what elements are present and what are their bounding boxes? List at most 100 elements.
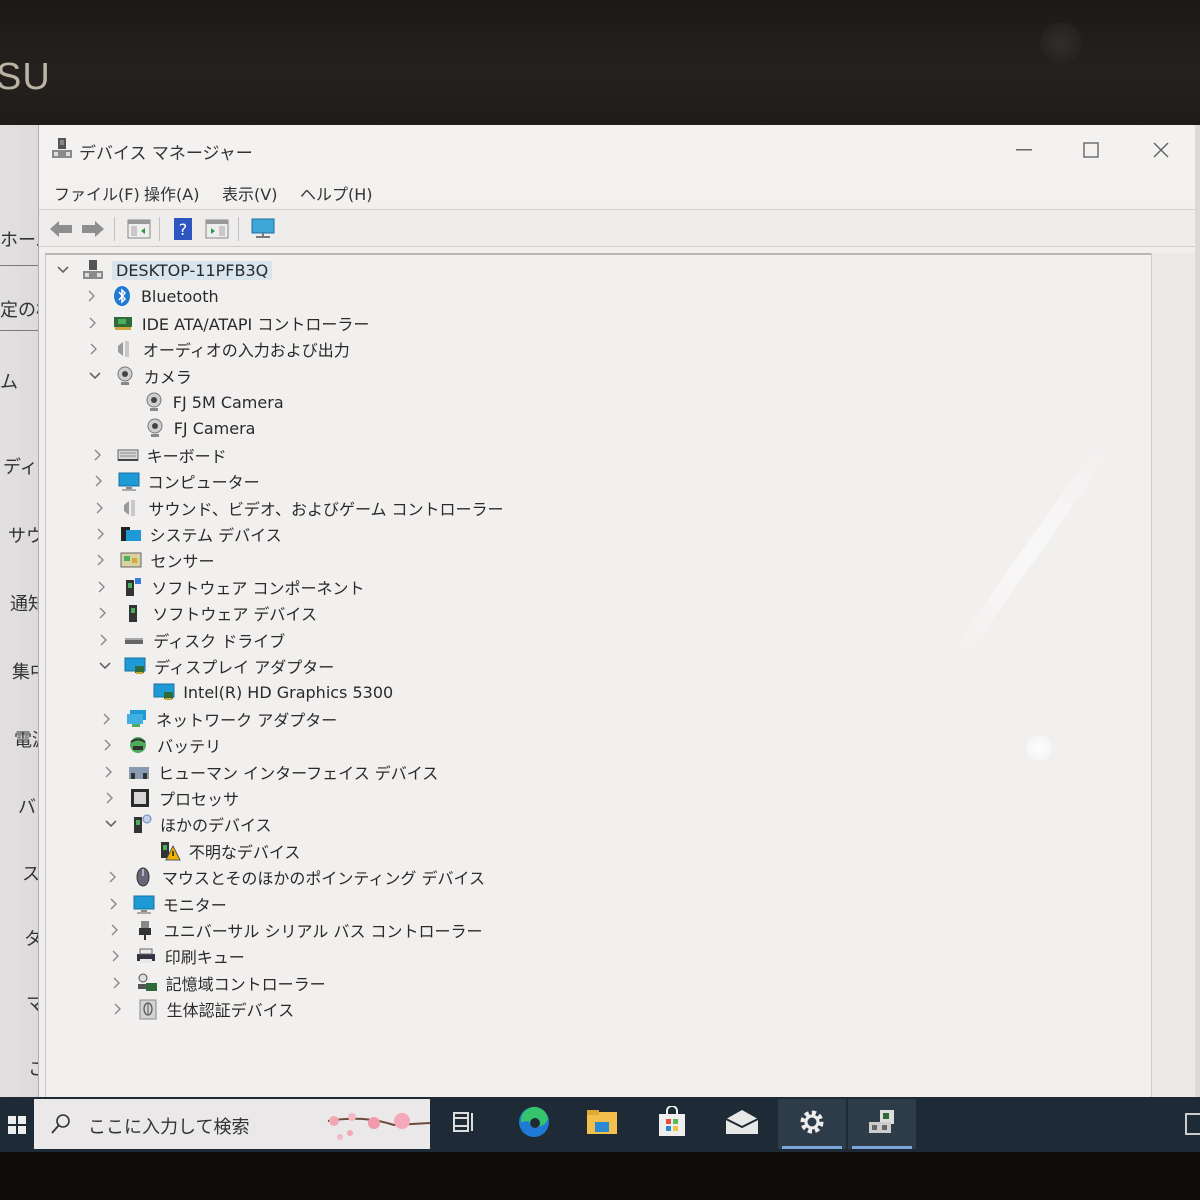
tree-category-item[interactable]: プロセッサ	[103, 785, 239, 811]
tree-category-item[interactable]: ソフトウェア コンポーネント	[95, 574, 364, 600]
tree-item-label: ヒューマン インターフェイス デバイス	[158, 763, 439, 783]
chevron-right-icon[interactable]	[92, 474, 106, 488]
tree-item-label: Intel(R) HD Graphics 5300	[183, 682, 394, 702]
taskbar-app-file-explorer[interactable]	[568, 1099, 636, 1149]
chevron-right-icon[interactable]	[87, 342, 101, 356]
properties-button[interactable]	[203, 215, 231, 243]
chevron-right-icon[interactable]	[96, 606, 110, 620]
minimize-icon	[1016, 149, 1032, 151]
taskbar-app-device-manager[interactable]	[848, 1099, 916, 1149]
chevron-right-icon[interactable]	[102, 765, 116, 779]
chevron-down-icon[interactable]	[98, 659, 112, 673]
chevron-right-icon[interactable]	[86, 316, 100, 330]
chevron-right-icon[interactable]	[101, 738, 115, 752]
taskbar-app-settings[interactable]	[778, 1099, 846, 1149]
usb-icon	[134, 919, 156, 941]
menu-view[interactable]: 表示(V)	[222, 181, 277, 205]
chevron-right-icon[interactable]	[108, 923, 122, 937]
tree-category-item[interactable]: コンピューター	[92, 468, 260, 494]
device-tree[interactable]: DESKTOP-11PFB3Q Bluetooth IDE ATA/ATAPI コン…	[45, 253, 1153, 1098]
warning-device-icon	[159, 840, 181, 862]
chevron-right-icon[interactable]	[94, 553, 108, 567]
tree-category-item[interactable]: IDE ATA/ATAPI コントローラー	[86, 310, 369, 336]
tree-category-item[interactable]: オーディオの入力および出力	[87, 336, 350, 362]
action-center-icon[interactable]	[1185, 1113, 1200, 1135]
chevron-right-icon[interactable]	[95, 580, 109, 594]
tree-category-item[interactable]: ユニバーサル シリアル バス コントローラー	[108, 917, 483, 943]
help-button[interactable]: ?	[169, 215, 197, 243]
chevron-right-icon[interactable]	[94, 527, 108, 541]
chevron-right-icon[interactable]	[110, 976, 124, 990]
tree-category-item[interactable]: マウスとそのほかのポインティング デバイス	[106, 864, 485, 890]
tree-category-item[interactable]: システム デバイス	[94, 521, 282, 547]
menu-action[interactable]: 操作(A)	[144, 181, 199, 205]
chevron-down-icon[interactable]	[88, 369, 102, 383]
tree-category-item[interactable]: 印刷キュー	[109, 943, 245, 969]
taskbar-app-edge[interactable]	[500, 1099, 568, 1149]
taskbar-app-store[interactable]	[638, 1099, 706, 1149]
ide-controller-icon	[112, 312, 134, 334]
monitor-icon	[133, 893, 155, 915]
chevron-right-icon[interactable]	[106, 870, 120, 884]
tree-category-item[interactable]: ソフトウェア デバイス	[96, 600, 317, 626]
sensor-icon	[120, 549, 142, 571]
chevron-right-icon[interactable]	[107, 897, 121, 911]
tree-device-item[interactable]: FJ Camera	[118, 415, 255, 441]
forward-button[interactable]	[79, 215, 107, 243]
file-explorer-icon	[586, 1108, 618, 1140]
console-tree-button[interactable]	[125, 215, 153, 243]
menu-file[interactable]: ファイル(F)	[54, 181, 140, 205]
tree-item-label: モニター	[162, 895, 227, 915]
back-button[interactable]	[47, 215, 75, 243]
maximize-button[interactable]	[1061, 133, 1121, 167]
edge-icon	[517, 1105, 551, 1143]
tree-category-item[interactable]: ネットワーク アダプター	[100, 706, 337, 732]
title-bar[interactable]: デバイス マネージャー	[39, 125, 1195, 175]
close-button[interactable]	[1131, 133, 1191, 167]
tree-category-item[interactable]: 記憶域コントローラー	[110, 970, 326, 996]
tree-item-label: IDE ATA/ATAPI コントローラー	[141, 314, 370, 334]
tree-item-label: ソフトウェア コンポーネント	[151, 578, 365, 598]
tree-category-item[interactable]: Bluetooth	[85, 283, 219, 309]
tree-root[interactable]: DESKTOP-11PFB3Q	[56, 257, 273, 283]
windows-logo-icon	[8, 1115, 26, 1134]
minimize-button[interactable]	[994, 133, 1054, 167]
tree-item-label: Bluetooth	[140, 286, 219, 306]
chevron-right-icon[interactable]	[97, 633, 111, 647]
software-device-icon	[122, 602, 144, 624]
tree-category-item[interactable]: 生体認証デバイス	[111, 996, 294, 1022]
mouse-icon	[132, 866, 154, 888]
tree-device-item[interactable]: FJ 5M Camera	[117, 389, 284, 415]
chevron-right-icon[interactable]	[85, 289, 99, 303]
chevron-right-icon[interactable]	[91, 448, 105, 462]
menu-help[interactable]: ヘルプ(H)	[300, 181, 373, 205]
tree-device-item[interactable]: 不明なデバイス	[133, 838, 300, 864]
taskbar-search-box[interactable]: ここに入力して検索	[34, 1099, 430, 1149]
chevron-right-icon[interactable]	[100, 712, 114, 726]
tree-category-item[interactable]: キーボード	[91, 442, 227, 468]
tree-category-item[interactable]: ヒューマン インターフェイス デバイス	[102, 759, 438, 785]
speaker-icon	[119, 497, 141, 519]
tree-item-label: マウスとそのほかのポインティング デバイス	[161, 869, 486, 889]
tree-category-item[interactable]: ほかのデバイス	[104, 811, 271, 837]
taskbar-app-mail[interactable]	[708, 1099, 776, 1149]
tree-category-item[interactable]: カメラ	[88, 363, 192, 389]
tree-device-item[interactable]: Intel(R) HD Graphics 5300	[127, 679, 393, 705]
tree-category-item[interactable]: ディスク ドライブ	[97, 627, 285, 653]
tree-category-item[interactable]: サウンド、ビデオ、およびゲーム コントローラー	[93, 495, 504, 521]
scan-hardware-button[interactable]	[249, 215, 277, 243]
chevron-right-icon[interactable]	[103, 791, 117, 805]
chevron-right-icon[interactable]	[111, 1002, 125, 1016]
chevron-down-icon[interactable]	[104, 817, 118, 831]
start-button[interactable]	[0, 1097, 34, 1152]
tree-category-item[interactable]: バッテリ	[101, 732, 221, 758]
tree-category-item[interactable]: ディスプレイ アダプター	[98, 653, 334, 679]
chevron-right-icon[interactable]	[93, 501, 107, 515]
settings-nav-system[interactable]: ム	[0, 368, 18, 394]
chevron-down-icon[interactable]	[56, 263, 70, 277]
taskbar-app-task-view[interactable]	[430, 1099, 498, 1149]
tree-category-item[interactable]: モニター	[107, 891, 227, 917]
chevron-right-icon[interactable]	[109, 949, 123, 963]
tree-category-item[interactable]: センサー	[94, 547, 214, 573]
